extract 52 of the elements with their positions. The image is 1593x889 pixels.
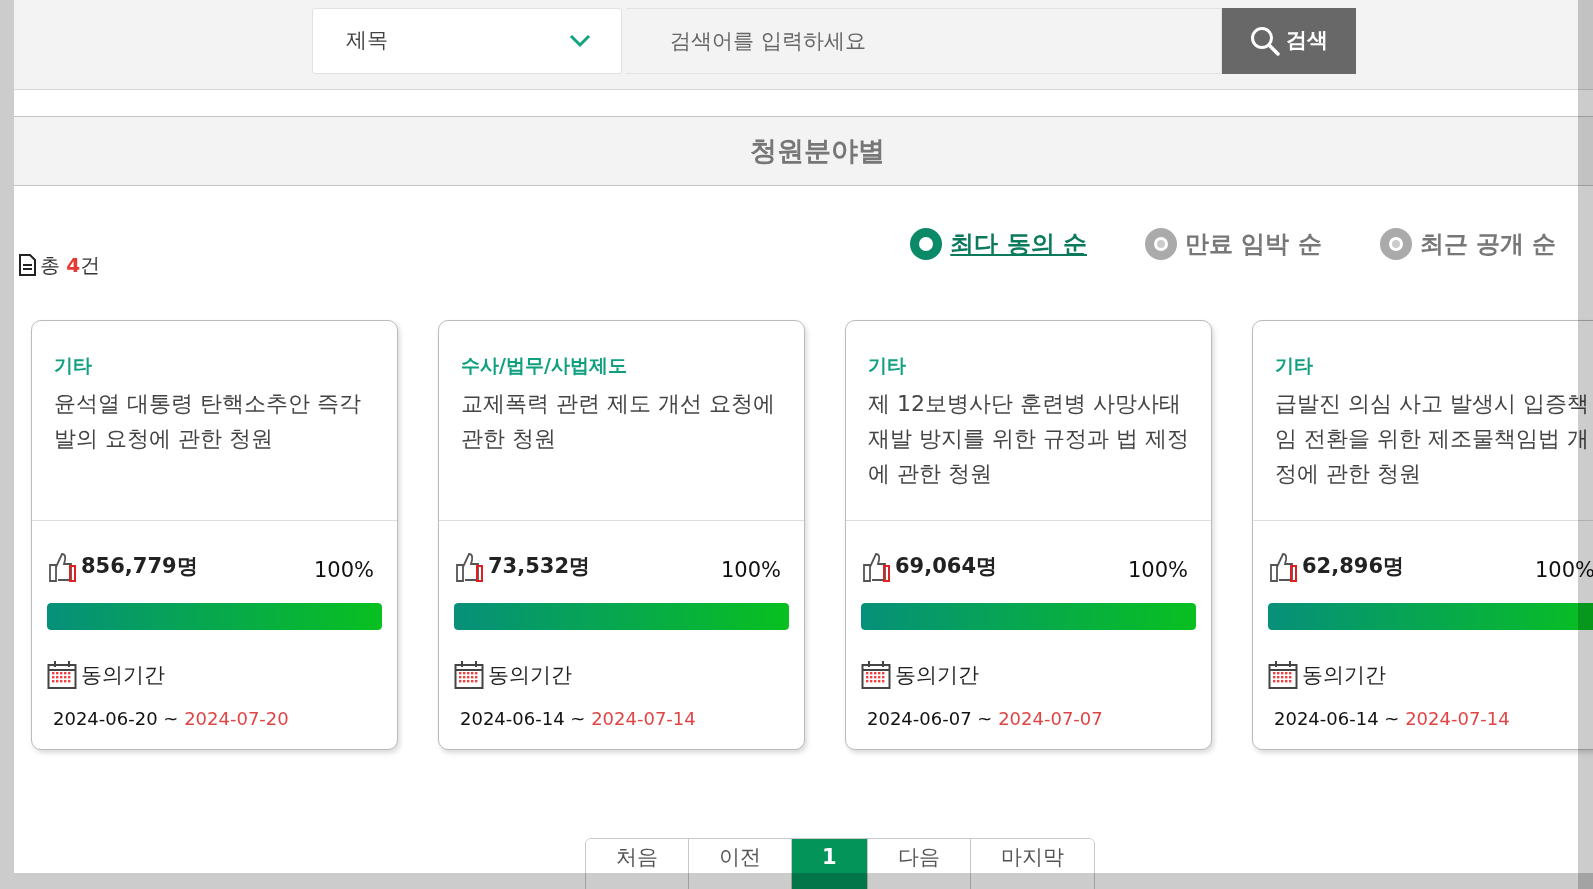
period-label: 동의기간 xyxy=(488,661,572,689)
radio-icon xyxy=(1145,228,1177,260)
calendar-icon xyxy=(454,660,484,691)
period-label: 동의기간 xyxy=(895,661,979,689)
search-icon xyxy=(1250,26,1280,56)
total-count: 총 4건 xyxy=(40,252,101,279)
date-range: 2024-06-14 ~ 2024-07-14 xyxy=(1274,707,1511,731)
calendar-icon xyxy=(47,660,77,691)
sort-option[interactable]: 최근 공개 순 xyxy=(1379,226,1557,262)
category-label: 기타 xyxy=(54,353,93,378)
category-label: 수사/법무/사법제도 xyxy=(461,353,628,378)
period-label: 동의기간 xyxy=(1302,661,1386,689)
percent-label: 100% xyxy=(720,557,781,584)
period-label: 동의기간 xyxy=(81,661,165,689)
signature-count: 856,779명 xyxy=(81,553,198,580)
thumbs-up-icon xyxy=(454,550,484,583)
sort-option[interactable]: 만료 임박 순 xyxy=(1145,226,1322,262)
page-button[interactable]: 1 xyxy=(792,839,868,889)
document-icon xyxy=(18,254,36,276)
search-field[interactable]: 검색어를 입력하세요 xyxy=(626,8,1222,74)
calendar-icon xyxy=(1268,660,1298,691)
search-button[interactable]: 검색 xyxy=(1222,8,1356,74)
petition-card[interactable]: 수사/법무/사법제도 교제폭력 관련 제도 개선 요청에 관한 청원 73,532명 100% 동의기간 2024-06-14 ~ 2024-07-14 xyxy=(438,320,805,750)
calendar-icon xyxy=(861,660,891,691)
percent-label: 100% xyxy=(313,557,374,584)
category-label: 기타 xyxy=(1275,353,1314,378)
date-range: 2024-06-07 ~ 2024-07-07 xyxy=(867,707,1104,731)
petition-title: 윤석열 대통령 탄핵소추안 즉각 발의 요청에 관한 청원 xyxy=(54,389,362,453)
thumbs-up-icon xyxy=(861,550,891,583)
percent-label: 100% xyxy=(1127,557,1188,584)
signature-count: 62,896명 xyxy=(1302,553,1405,580)
section-title: 청원분야별 xyxy=(748,133,885,168)
percent-label: 100% xyxy=(1534,557,1593,584)
category-label: 기타 xyxy=(868,353,907,378)
chevron-down-icon xyxy=(569,34,591,48)
date-range: 2024-06-14 ~ 2024-07-14 xyxy=(460,707,697,731)
petition-title: 교제폭력 관련 제도 개선 요청에 관한 청원 xyxy=(461,389,776,453)
signature-count: 73,532명 xyxy=(488,553,591,580)
sort-option[interactable]: 최다 동의 순 xyxy=(910,226,1087,262)
petition-title: 급발진 의심 사고 발생시 입증책임 전환을 위한 제조물책임법 개정에 관한 청원 xyxy=(1275,389,1590,488)
date-range: 2024-06-20 ~ 2024-07-20 xyxy=(53,707,290,731)
thumbs-up-icon xyxy=(1268,550,1298,583)
radio-icon xyxy=(1379,228,1412,260)
signature-count: 69,064명 xyxy=(895,553,998,580)
thumbs-up-icon xyxy=(47,550,77,583)
radio-icon xyxy=(910,228,943,260)
field-select[interactable]: 제목 xyxy=(312,8,622,74)
petition-card[interactable]: 기타 윤석열 대통령 탄핵소추안 즉각 발의 요청에 관한 청원 856,779명 100% 동의기간 2024-06-20 ~ 2024-07-20 xyxy=(31,320,398,750)
page-button[interactable]: 처음 xyxy=(586,839,689,889)
petition-title: 제 12보병사단 훈련병 사망사태 재발 방지를 위한 규정과 법 제정에 관한 청원 xyxy=(868,389,1189,488)
petition-card[interactable]: 기타 급발진 의심 사고 발생시 입증책임 전환을 위한 제조물책임법 개정에 관한 청원 62,896명 100% 동의기간 2024-06-14 ~ 2024-07-14 xyxy=(1252,320,1593,750)
petition-card[interactable]: 기타 제 12보병사단 훈련병 사망사태 재발 방지를 위한 규정과 법 제정에 관한 청원 69,064명 100% 동의기간 2024-06-07 ~ 2024-07-07 xyxy=(845,320,1212,750)
